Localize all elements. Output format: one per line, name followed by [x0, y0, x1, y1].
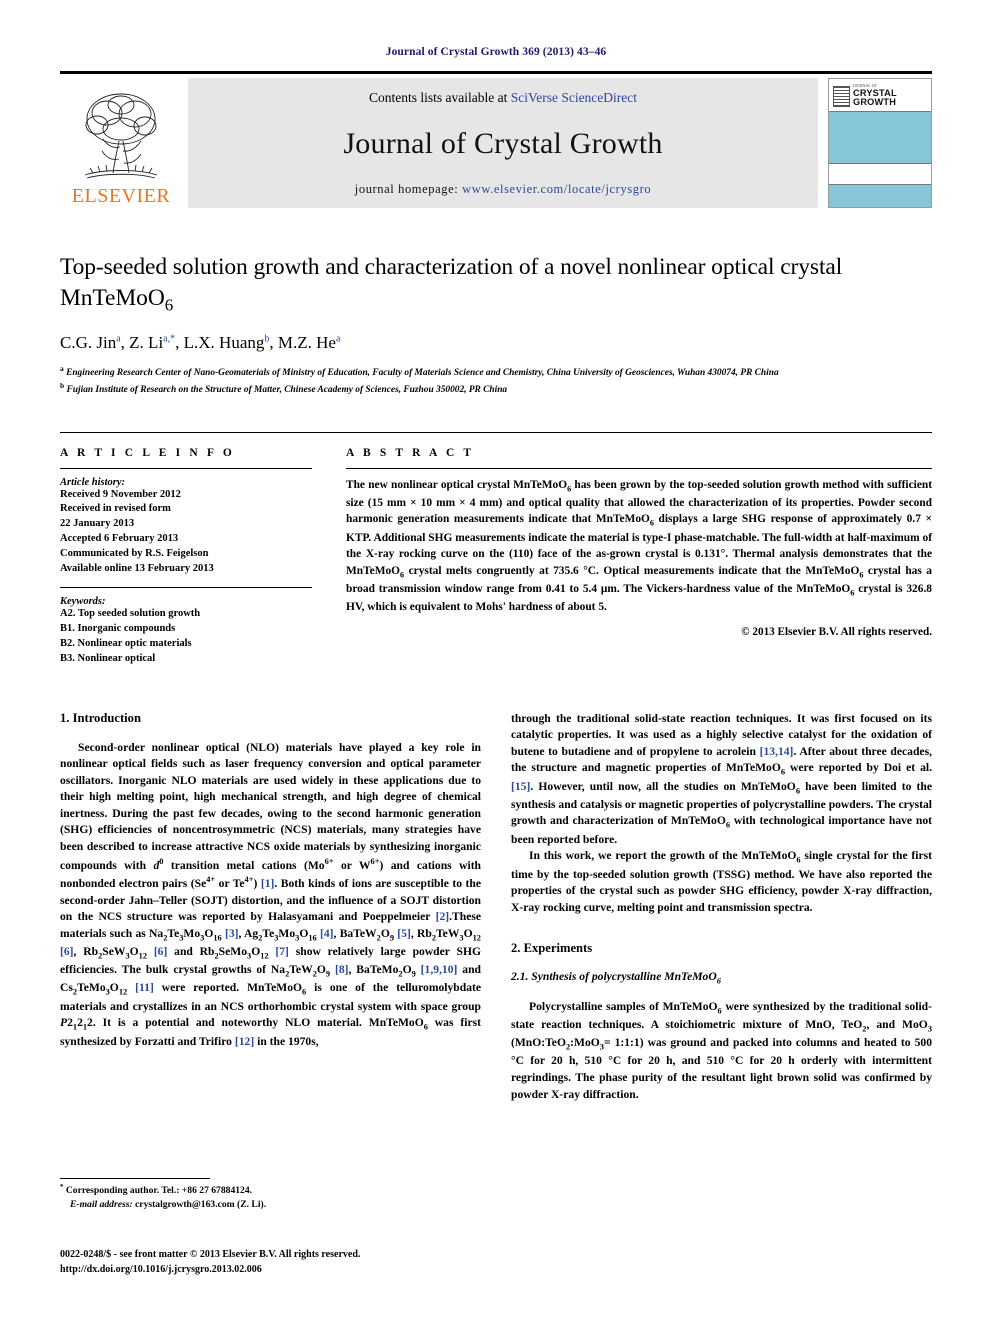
elsevier-tree-icon	[84, 93, 158, 179]
paper-page: Journal of Crystal Growth 369 (2013) 43–…	[0, 0, 992, 1323]
history-item: Received 9 November 2012	[60, 488, 181, 500]
history-item: Communicated by R.S. Feigelson	[60, 548, 209, 560]
experiments-paragraph-1: Polycrystalline samples of MnTeMoO6 were…	[511, 999, 932, 1101]
title-area: Top-seeded solution growth and character…	[60, 252, 932, 398]
doi-line: http://dx.doi.org/10.1016/j.jcrysgro.201…	[60, 1263, 262, 1275]
page-title: Top-seeded solution growth and character…	[60, 252, 932, 317]
cover-title-block: JOURNAL OF CRYSTAL GROWTH	[853, 85, 897, 107]
elsevier-wordmark: ELSEVIER	[71, 185, 171, 207]
section-heading-introduction: 1. Introduction	[60, 710, 141, 725]
contents-line: Contents lists available at SciVerse Sci…	[369, 90, 637, 106]
masthead-center-band: Contents lists available at SciVerse Sci…	[188, 78, 818, 208]
history-item: Accepted 6 February 2013	[60, 533, 179, 545]
cover-white-band	[829, 163, 931, 185]
corresponding-author-text: Corresponding author. Tel.: +86 27 67884…	[65, 1185, 253, 1197]
journal-homepage-link[interactable]: www.elsevier.com/locate/jcrysgro	[462, 182, 651, 196]
corresponding-author-note: * Corresponding author. Tel.: +86 27 678…	[60, 1184, 253, 1197]
cover-title-line2: GROWTH	[853, 97, 897, 108]
footnote-divider	[60, 1178, 210, 1179]
keyword-item: B1. Inorganic compounds	[60, 622, 176, 634]
journal-masthead: ELSEVIER Contents lists available at Sci…	[60, 71, 932, 210]
abstract-text: The new nonlinear optical crystal MnTeMo…	[346, 478, 932, 614]
journal-cover-thumbnail: JOURNAL OF CRYSTAL GROWTH	[828, 78, 932, 208]
abstract-divider	[346, 467, 932, 469]
keyword-item: B3. Nonlinear optical	[60, 652, 156, 664]
article-info-heading: A R T I C L E I N F O	[60, 446, 235, 459]
email-address: crystalgrowth@163.com (Z. Li).	[135, 1198, 267, 1210]
history-item: Received in revised form	[60, 503, 171, 515]
cover-image-band	[829, 112, 931, 163]
affiliation-a-text: Engineering Research Center of Nano-Geom…	[66, 368, 779, 379]
homepage-line: journal homepage: www.elsevier.com/locat…	[355, 182, 651, 197]
homepage-prefix: journal homepage:	[354, 182, 463, 196]
issn-copyright-line: 0022-0248/$ - see front matter © 2013 El…	[60, 1249, 361, 1260]
sciencedirect-link[interactable]: SciVerse ScienceDirect	[511, 90, 637, 105]
body-columns: 1. Introduction Second-order nonlinear o…	[60, 711, 932, 1104]
keyword-item: A2. Top seeded solution growth	[60, 607, 201, 619]
journal-title: Journal of Crystal Growth	[343, 127, 663, 160]
cover-bottom-band	[829, 185, 931, 207]
paper-title-subscript: 6	[164, 295, 174, 315]
keywords-label: Keywords:	[60, 595, 106, 607]
elsevier-logo: ELSEVIER	[60, 78, 182, 208]
article-history-label: Article history:	[60, 476, 126, 488]
info-abstract-block: A R T I C L E I N F O Article history: R…	[60, 431, 932, 667]
cover-header: JOURNAL OF CRYSTAL GROWTH	[829, 79, 931, 112]
intro-paragraph-1: Second-order nonlinear optical (NLO) mat…	[60, 740, 482, 1048]
right-column: through the traditional solid-state reac…	[511, 711, 932, 1104]
author-list: C.G. Jina, Z. Lia,*, L.X. Huangb, M.Z. H…	[60, 333, 341, 353]
running-head: Journal of Crystal Growth 369 (2013) 43–…	[385, 46, 607, 58]
footnote-area: * Corresponding author. Tel.: +86 27 678…	[60, 1178, 460, 1211]
section-heading-experiments: 2. Experiments	[511, 941, 593, 956]
contents-prefix: Contents lists available at	[368, 90, 511, 105]
left-column: 1. Introduction Second-order nonlinear o…	[60, 711, 481, 1104]
abstract-column: A B S T R A C T The new nonlinear optica…	[346, 447, 932, 667]
affiliation-a: a Engineering Research Center of Nano-Ge…	[60, 364, 779, 379]
info-divider	[60, 467, 312, 469]
intro-paragraph-2: In this work, we report the growth of th…	[511, 849, 932, 914]
cover-elsevier-icon	[833, 86, 850, 107]
intro-paragraph-1-continued: through the traditional solid-state reac…	[511, 711, 932, 846]
article-info-column: A R T I C L E I N F O Article history: R…	[60, 447, 346, 667]
keywords-block: Keywords: A2. Top seeded solution growth…	[60, 586, 312, 667]
history-item: 22 January 2013	[60, 518, 135, 530]
abstract-heading: A B S T R A C T	[346, 446, 475, 459]
copyright-line: © 2013 Elsevier B.V. All rights reserved…	[741, 626, 932, 639]
subsection-heading-synthesis: 2.1. Synthesis of polycrystalline MnTeMo…	[511, 970, 721, 986]
paper-title-text: Top-seeded solution growth and character…	[60, 254, 843, 312]
email-note: E-mail address: crystalgrowth@163.com (Z…	[60, 1198, 460, 1211]
affiliation-b: b Fujian Institute of Research on the St…	[60, 380, 508, 395]
affiliation-b-text: Fujian Institute of Research on the Stru…	[66, 384, 508, 395]
email-label: E-mail address:	[70, 1198, 133, 1210]
history-item: Available online 13 February 2013	[60, 563, 214, 575]
keyword-item: B2. Nonlinear optic materials	[60, 637, 192, 649]
page-footer: 0022-0248/$ - see front matter © 2013 El…	[60, 1248, 560, 1277]
